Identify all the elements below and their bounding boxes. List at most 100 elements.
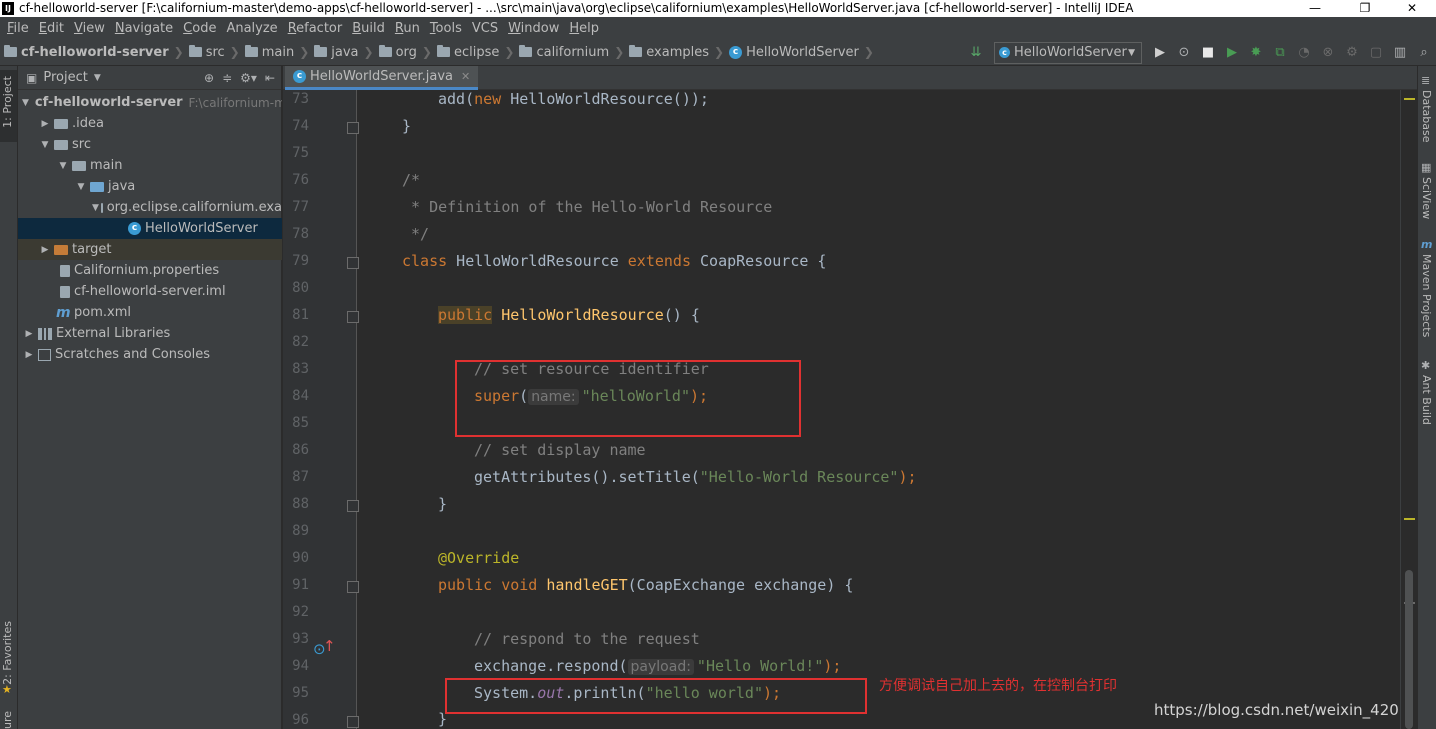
menu-item-code[interactable]: Code: [178, 21, 221, 36]
profiler-icon[interactable]: ◔: [1292, 42, 1316, 64]
folder-icon: [54, 118, 68, 129]
breadcrumb-item-org[interactable]: org ❯: [378, 45, 437, 60]
project-view-icon: ▣: [26, 70, 38, 85]
tree-item-external-libraries[interactable]: ▶ External Libraries: [18, 323, 282, 344]
sciview-tool-window-button[interactable]: ▦ SciView: [1418, 161, 1436, 221]
collapse-all-icon[interactable]: ≑: [222, 71, 232, 85]
project-panel-tools: ⊕ ≑ ⚙▾ ⇤: [204, 66, 275, 90]
implements-arrow-icon[interactable]: ↑: [323, 637, 336, 655]
breadcrumb-item-java[interactable]: java ❯: [314, 45, 378, 60]
line-number: 93: [292, 631, 309, 647]
java-class-icon: c: [999, 47, 1010, 58]
gear-icon[interactable]: ⚙▾: [240, 71, 257, 85]
tree-item-project-root[interactable]: ▼ cf-helloworld-server F:\californium-ma: [18, 92, 282, 113]
breadcrumb-item-main[interactable]: main ❯: [244, 45, 315, 60]
tree-item-main[interactable]: ▼ main: [18, 155, 282, 176]
menu-item-vcs[interactable]: VCS: [467, 21, 503, 36]
watermark-url: https://blog.csdn.net/weixin_42089767: [1154, 701, 1398, 719]
stop-icon[interactable]: ■: [1196, 42, 1220, 64]
code-editor: c HelloWorldServer.java ✕ ⊙ ↑ 73 74 75 76 77…: [283, 66, 1417, 729]
warning-stripe[interactable]: [1404, 98, 1415, 100]
menu-item-tools[interactable]: Tools: [425, 21, 467, 36]
run-toolbar: ⇊ c HelloWorldServer ▼ ▶ ⊙ ■ ▶ ✸ ⧉ ◔ ⊗ ⚙…: [964, 39, 1436, 66]
menu-item-view[interactable]: View: [69, 21, 110, 36]
menu-item-run[interactable]: Run: [390, 21, 425, 36]
tree-item-target[interactable]: ▶ target: [18, 239, 282, 260]
project-tool-window-button[interactable]: 1: Project: [0, 70, 17, 142]
collapsed-arrow-icon[interactable]: ▶: [22, 329, 36, 339]
breadcrumb-project[interactable]: cf-helloworld-server ❯: [4, 45, 189, 60]
attach-icon[interactable]: ⊗: [1316, 42, 1340, 64]
breadcrumb-item-californium[interactable]: californium ❯: [519, 45, 629, 60]
breadcrumb-item-eclipse[interactable]: eclipse ❯: [436, 45, 519, 60]
expanded-arrow-icon[interactable]: ▼: [22, 98, 29, 108]
tree-item-package[interactable]: ▼ org.eclipse.californium.exa: [18, 197, 282, 218]
tree-item-idea[interactable]: ▶ .idea: [18, 113, 282, 134]
menu-item-build[interactable]: Build: [347, 21, 390, 36]
editor-scrollbar[interactable]: [1400, 90, 1417, 729]
favorites-tool-window-button[interactable]: 2: Favorites ★: [0, 621, 17, 701]
minimize-button[interactable]: —: [1295, 0, 1335, 17]
maven-tool-window-button[interactable]: m Maven Projects: [1418, 238, 1436, 343]
chevron-down-icon[interactable]: ▼: [94, 73, 101, 83]
tree-item-label: pom.xml: [74, 305, 131, 320]
menu-item-window[interactable]: Window: [503, 21, 564, 36]
left-tool-strip: 1: Project 2: Favorites ★ ure: [0, 66, 18, 729]
tree-item-properties[interactable]: Californium.properties: [18, 260, 282, 281]
locate-icon[interactable]: ⊕: [204, 71, 214, 85]
expanded-arrow-icon[interactable]: ▼: [92, 203, 99, 213]
ant-build-tool-window-button[interactable]: ✱ Ant Build: [1418, 359, 1436, 431]
maven-icon: m: [1421, 238, 1433, 251]
breadcrumb-file[interactable]: c HelloWorldServer ❯: [729, 45, 879, 60]
expanded-arrow-icon[interactable]: ▼: [74, 182, 88, 192]
hide-panel-icon[interactable]: ⇤: [265, 71, 275, 85]
collapsed-arrow-icon[interactable]: ▶: [22, 350, 36, 360]
run-last-icon[interactable]: ▶: [1148, 42, 1172, 64]
resume-icon[interactable]: ⊙: [1172, 42, 1196, 64]
breadcrumb-item-examples[interactable]: examples ❯: [629, 45, 729, 60]
tree-item-java[interactable]: ▼ java: [18, 176, 282, 197]
editor-gutter: ⊙ ↑ 73 74 75 76 77 78 79 80 81 82 83 84 85 86 87 88 89 90…: [283, 90, 359, 729]
run-configuration-select[interactable]: c HelloWorldServer ▼: [994, 41, 1142, 64]
debug-icon[interactable]: ✸: [1244, 42, 1268, 64]
expanded-arrow-icon[interactable]: ▼: [38, 140, 52, 150]
search-icon[interactable]: ⌕: [1412, 42, 1436, 64]
menu-item-navigate[interactable]: Navigate: [110, 21, 178, 36]
tree-item-src[interactable]: ▼ src: [18, 134, 282, 155]
structure-tool-window-button[interactable]: ure: [0, 711, 17, 729]
menu-item-refactor[interactable]: Refactor: [283, 21, 348, 36]
code-area[interactable]: add(new HelloWorldResource()); } /* * De…: [358, 90, 1398, 729]
line-number: 87: [292, 469, 309, 485]
warning-stripe[interactable]: [1404, 518, 1415, 520]
line-number: 75: [292, 145, 309, 161]
project-structure-icon[interactable]: ▢: [1364, 42, 1388, 64]
code-line-79: class HelloWorldResource extends CoapRes…: [402, 252, 827, 270]
collapsed-arrow-icon[interactable]: ▶: [38, 245, 52, 255]
menu-item-file[interactable]: File: [2, 21, 34, 36]
project-view-select[interactable]: Project: [43, 70, 87, 85]
close-window-button[interactable]: ✕: [1392, 0, 1432, 17]
line-number: 76: [292, 172, 309, 188]
vcs-icon[interactable]: ⚙: [1340, 42, 1364, 64]
tree-item-scratches[interactable]: ▶ Scratches and Consoles: [18, 344, 282, 365]
collapsed-arrow-icon[interactable]: ▶: [38, 119, 52, 129]
menu-item-edit[interactable]: Edit: [34, 21, 69, 36]
tree-item-helloworldserver[interactable]: c HelloWorldServer: [18, 218, 282, 239]
layout-icon[interactable]: ▥: [1388, 42, 1412, 64]
folder-icon: [314, 45, 328, 57]
tree-item-iml[interactable]: cf-helloworld-server.iml: [18, 281, 282, 302]
close-icon[interactable]: ✕: [461, 70, 470, 83]
database-tool-window-button[interactable]: ≣ Database: [1418, 74, 1436, 144]
tab-helloworldserver[interactable]: c HelloWorldServer.java ✕: [285, 66, 479, 90]
restore-button[interactable]: ❐: [1345, 0, 1385, 17]
menu-item-analyze[interactable]: Analyze: [221, 21, 282, 36]
tree-item-pom[interactable]: m pom.xml: [18, 302, 282, 323]
menu-item-help[interactable]: Help: [564, 21, 604, 36]
expanded-arrow-icon[interactable]: ▼: [56, 161, 70, 171]
build-icon[interactable]: ⇊: [964, 42, 988, 64]
coverage-icon[interactable]: ⧉: [1268, 42, 1292, 64]
run-icon[interactable]: ▶: [1220, 42, 1244, 64]
scrollbar-thumb[interactable]: [1405, 570, 1413, 729]
java-class-icon: c: [293, 70, 306, 83]
breadcrumb-item-src[interactable]: src ❯: [188, 45, 245, 60]
